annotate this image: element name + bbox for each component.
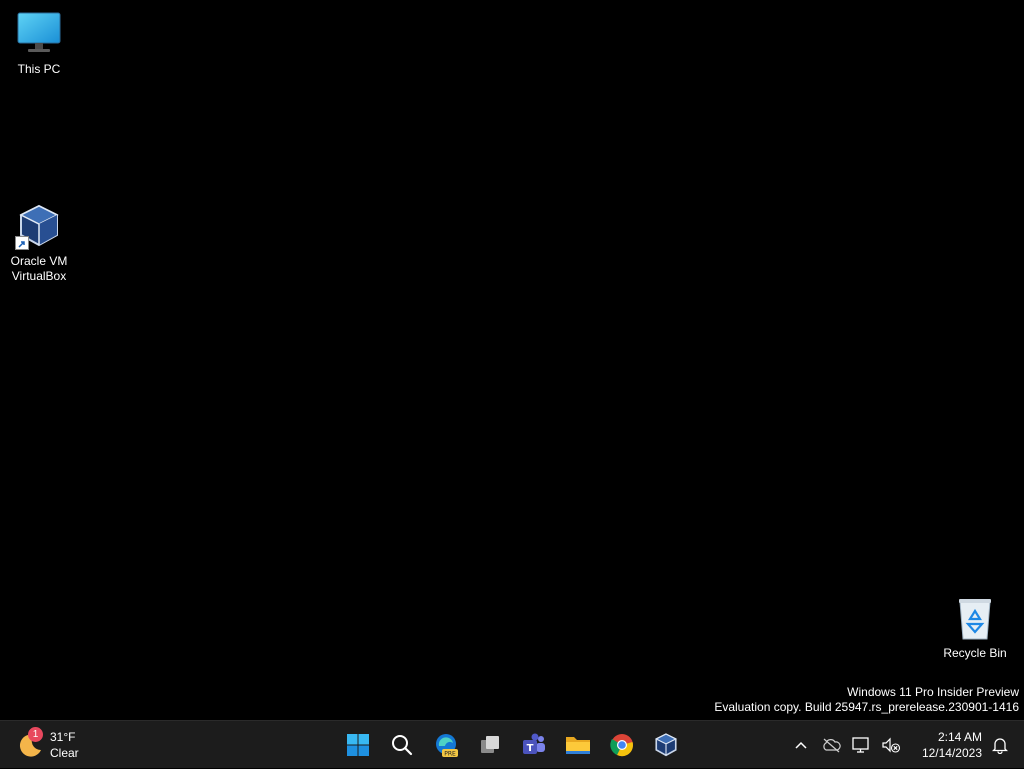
- system-tray: 2:14 AM 12/14/2023: [786, 721, 1024, 769]
- moon-icon: 1: [14, 727, 46, 761]
- taskbar-file-explorer[interactable]: [558, 725, 598, 765]
- recycle-bin-icon: [951, 594, 999, 642]
- desktop-icon-recycle-bin[interactable]: Recycle Bin: [937, 594, 1013, 661]
- network-button[interactable]: [846, 725, 876, 765]
- taskbar-chrome[interactable]: [602, 725, 642, 765]
- task-view-icon: [481, 736, 499, 753]
- weather-condition: Clear: [50, 746, 79, 760]
- watermark-edition: Windows 11 Pro Insider Preview: [847, 685, 1019, 699]
- chrome-icon: [610, 734, 633, 757]
- desktop-icon-label: Oracle VM VirtualBox: [10, 254, 68, 283]
- clock-time: 2:14 AM: [937, 730, 982, 744]
- notifications-button[interactable]: [986, 725, 1014, 765]
- taskbar-teams[interactable]: T: [514, 725, 554, 765]
- task-view-button[interactable]: [470, 725, 510, 765]
- monitor-icon: [15, 10, 63, 58]
- taskbar-edge-preview[interactable]: PRE: [426, 725, 466, 765]
- windows-start-icon: [347, 734, 369, 756]
- weather-temp: 31°F: [50, 730, 76, 744]
- desktop-icon-label: This PC: [17, 62, 61, 76]
- show-hidden-icons-button[interactable]: [786, 725, 816, 765]
- taskbar-apps: PRE T: [336, 721, 688, 769]
- start-button[interactable]: [338, 725, 378, 765]
- onedrive-offline-icon: [823, 738, 841, 753]
- volume-muted-icon: [882, 737, 901, 753]
- clock[interactable]: 2:14 AM 12/14/2023: [906, 729, 982, 761]
- onedrive-button[interactable]: [816, 725, 846, 765]
- folder-icon: [566, 737, 590, 754]
- svg-text:T: T: [527, 743, 534, 754]
- weather-badge: 1: [28, 727, 43, 742]
- taskbar: 1 31°F Clear PRE T 2:14 AM 12/14/2023: [0, 720, 1024, 768]
- network-icon: [852, 737, 869, 753]
- windows-watermark: Windows 11 Pro Insider Preview Evaluatio…: [714, 685, 1019, 715]
- svg-text:PRE: PRE: [444, 751, 456, 758]
- desktop-icon-label: Recycle Bin: [943, 646, 1007, 660]
- taskbar-virtualbox[interactable]: [646, 725, 686, 765]
- weather-widget[interactable]: 1 31°F Clear: [14, 725, 79, 765]
- chevron-up-icon: [795, 741, 807, 749]
- teams-icon: T: [523, 733, 545, 754]
- desktop-icon-virtualbox[interactable]: Oracle VM VirtualBox: [1, 202, 77, 284]
- search-icon: [392, 735, 413, 756]
- desktop[interactable]: This PC Oracle VM VirtualBox Recycle Bin…: [0, 0, 1024, 720]
- virtualbox-icon: [655, 733, 677, 757]
- desktop-icon-this-pc[interactable]: This PC: [1, 10, 77, 77]
- search-button[interactable]: [382, 725, 422, 765]
- volume-button[interactable]: [876, 725, 906, 765]
- clock-date: 12/14/2023: [921, 746, 982, 760]
- watermark-build: Evaluation copy. Build 25947.rs_prerelea…: [714, 700, 1019, 714]
- edge-pre-icon: PRE: [436, 734, 458, 758]
- bell-icon: [992, 738, 1008, 754]
- virtualbox-icon: [15, 202, 63, 250]
- shortcut-arrow-icon: [15, 236, 29, 250]
